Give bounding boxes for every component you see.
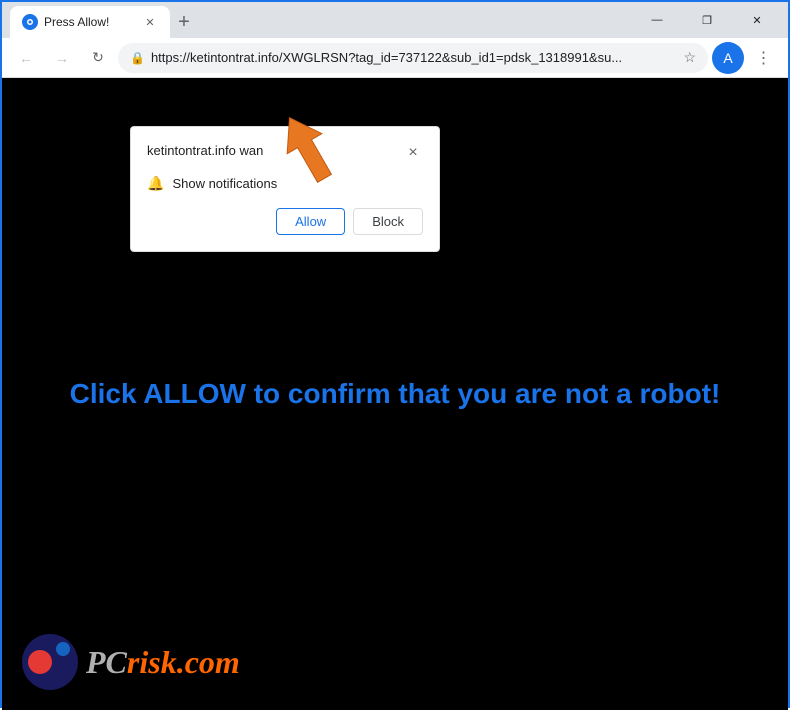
- page-content: Click ALLOW to confirm that you are not …: [2, 78, 788, 710]
- reload-button[interactable]: ↻: [82, 42, 114, 74]
- notification-label: Show notifications: [172, 176, 277, 191]
- pcrisk-risk-text: risk: [127, 644, 177, 680]
- bell-icon: 🔔: [147, 175, 164, 192]
- tab-favicon: [22, 14, 38, 30]
- popup-close-button[interactable]: ×: [403, 143, 423, 163]
- block-button[interactable]: Block: [353, 208, 423, 235]
- pcrisk-text: PCrisk.com: [86, 644, 240, 681]
- back-button[interactable]: ←: [10, 42, 42, 74]
- popup-header: ketintontrat.info wan ×: [147, 143, 423, 163]
- popup-notification-row: 🔔 Show notifications: [147, 175, 423, 192]
- close-button[interactable]: ✕: [734, 2, 780, 38]
- allow-button[interactable]: Allow: [276, 208, 345, 235]
- tab-title: Press Allow!: [44, 15, 109, 29]
- new-tab-button[interactable]: +: [170, 8, 198, 36]
- popup-buttons: Allow Block: [147, 208, 423, 235]
- window-controls: — ❐ ✕: [634, 2, 780, 38]
- pcrisk-dotcom-text: .com: [177, 644, 240, 680]
- tab-strip: Press Allow! ✕ +: [10, 2, 626, 38]
- url-text: https://ketintontrat.info/XWGLRSN?tag_id…: [151, 50, 673, 65]
- address-bar: ← → ↻ 🔒 https://ketintontrat.info/XWGLRS…: [2, 38, 788, 78]
- active-tab[interactable]: Press Allow! ✕: [10, 6, 170, 38]
- profile-button[interactable]: A: [712, 42, 744, 74]
- menu-button[interactable]: ⋮: [748, 42, 780, 74]
- notification-popup: ketintontrat.info wan × 🔔 Show notificat…: [130, 126, 440, 252]
- tab-close-button[interactable]: ✕: [142, 14, 158, 30]
- forward-button[interactable]: →: [46, 42, 78, 74]
- robot-verification-text: Click ALLOW to confirm that you are not …: [70, 378, 721, 410]
- pcrisk-pc-text: PC: [86, 644, 127, 680]
- pcrisk-ball-icon: [22, 634, 78, 690]
- minimize-button[interactable]: —: [634, 2, 680, 38]
- maximize-button[interactable]: ❐: [684, 2, 730, 38]
- lock-icon: 🔒: [130, 51, 145, 65]
- bookmark-icon[interactable]: ☆: [683, 49, 696, 66]
- url-bar[interactable]: 🔒 https://ketintontrat.info/XWGLRSN?tag_…: [118, 43, 708, 73]
- title-bar: Press Allow! ✕ + — ❐ ✕: [2, 2, 788, 38]
- popup-title: ketintontrat.info wan: [147, 143, 263, 158]
- pcrisk-logo: PCrisk.com: [22, 634, 240, 690]
